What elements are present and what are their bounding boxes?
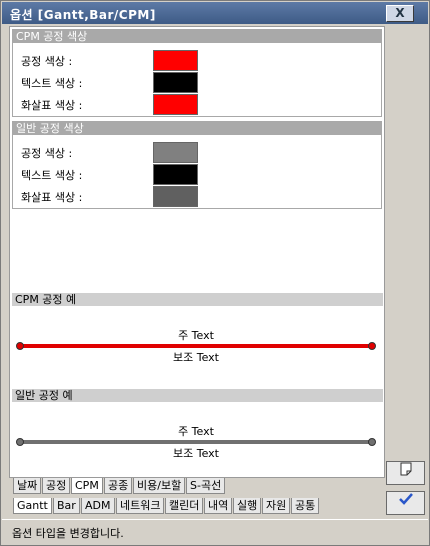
tab-lower-8[interactable]: 공통 <box>291 498 320 514</box>
check-icon <box>398 493 413 505</box>
title-bar: 옵션 [Gantt,Bar/CPM] X <box>2 2 428 24</box>
cpm-example-main-text: 주 Text <box>178 329 214 342</box>
cpm-text-color-swatch[interactable] <box>153 72 198 93</box>
lower-tab-strip: Gantt Bar ADM 네트워크 캘린더 내역 실행 자원 공통 <box>9 498 383 514</box>
tab-lower-3[interactable]: 네트워크 <box>116 498 165 514</box>
normal-example-bar <box>20 440 372 444</box>
tab-upper-5[interactable]: S-곡선 <box>186 478 226 494</box>
normal-example-sub-text: 보조 Text <box>173 447 219 460</box>
status-bar: 옵션 타입을 변경합니다. <box>2 519 428 544</box>
upper-tab-strip: 날짜 공정 CPM 공종 비용/보할 S-곡선 <box>9 478 383 494</box>
tab-upper-3[interactable]: 공종 <box>104 478 133 494</box>
tab-lower-5[interactable]: 내역 <box>204 498 233 514</box>
status-text: 옵션 타입을 변경합니다. <box>12 527 124 540</box>
note-icon <box>400 462 411 476</box>
tab-lower-1[interactable]: Bar <box>53 498 80 514</box>
tab-lower-0[interactable]: Gantt <box>13 498 52 514</box>
normal-text-color-label: 텍스트 색상 : <box>21 169 83 182</box>
cpm-example-preview: 주 Text 보조 Text <box>10 309 382 383</box>
normal-color-header: 일반 공정 색상 <box>13 122 381 135</box>
options-panel: CPM 공정 색상 공정 색상 : 텍스트 색상 : 화살표 색상 : 일반 공… <box>9 26 385 478</box>
cpm-example-header: CPM 공정 예 <box>12 293 383 306</box>
normal-arrow-color-swatch[interactable] <box>153 186 198 207</box>
cpm-text-color-label: 텍스트 색상 : <box>21 77 83 90</box>
cpm-example-bar <box>20 344 372 348</box>
normal-process-color-label: 공정 색상 : <box>21 147 73 160</box>
window-title: 옵션 [Gantt,Bar/CPM] <box>10 8 156 22</box>
tab-upper-0[interactable]: 날짜 <box>13 478 42 494</box>
tab-lower-6[interactable]: 실행 <box>233 498 262 514</box>
tab-upper-1[interactable]: 공정 <box>42 478 71 494</box>
tab-upper-2[interactable]: CPM <box>71 478 103 494</box>
normal-color-group: 일반 공정 색상 공정 색상 : 텍스트 색상 : 화살표 색상 : <box>12 121 382 209</box>
cpm-process-color-swatch[interactable] <box>153 50 198 71</box>
close-button[interactable]: X <box>386 5 414 22</box>
tab-lower-2[interactable]: ADM <box>81 498 115 514</box>
tab-lower-7[interactable]: 자원 <box>262 498 291 514</box>
cpm-color-header: CPM 공정 색상 <box>13 30 381 43</box>
cpm-arrow-color-label: 화살표 색상 : <box>21 99 83 112</box>
normal-example-preview: 주 Text 보조 Text <box>10 405 382 477</box>
cpm-arrow-color-swatch[interactable] <box>153 94 198 115</box>
cpm-example-sub-text: 보조 Text <box>173 351 219 364</box>
cpm-color-group: CPM 공정 색상 공정 색상 : 텍스트 색상 : 화살표 색상 : <box>12 29 382 117</box>
tab-lower-4[interactable]: 캘린더 <box>165 498 204 514</box>
options-window: 옵션 [Gantt,Bar/CPM] X CPM 공정 색상 공정 색상 : 텍… <box>0 0 430 546</box>
normal-example-header: 일반 공정 예 <box>12 389 383 402</box>
normal-arrow-color-label: 화살표 색상 : <box>21 191 83 204</box>
normal-process-color-swatch[interactable] <box>153 142 198 163</box>
normal-text-color-swatch[interactable] <box>153 164 198 185</box>
normal-example-main-text: 주 Text <box>178 425 214 438</box>
tab-upper-4[interactable]: 비용/보할 <box>133 478 186 494</box>
note-button[interactable] <box>386 461 425 485</box>
cpm-process-color-label: 공정 색상 : <box>21 55 73 68</box>
apply-button[interactable] <box>386 491 425 515</box>
